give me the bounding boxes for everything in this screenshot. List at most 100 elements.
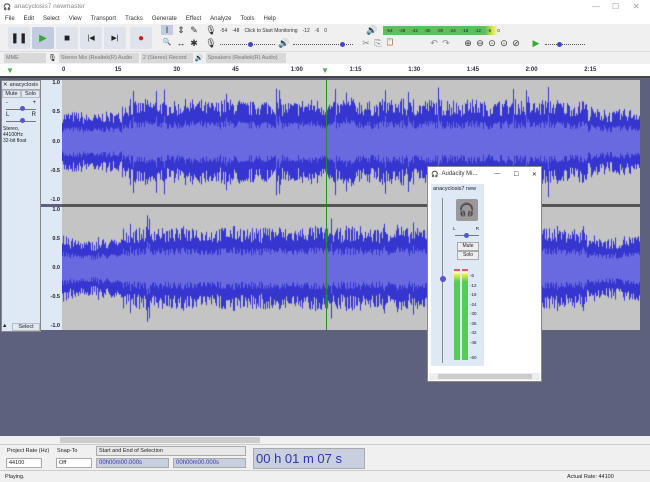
redo-button[interactable]: ↷ (440, 38, 452, 49)
record-button[interactable]: ● (130, 27, 152, 49)
waveform-left-channel[interactable] (62, 80, 640, 204)
menu-file[interactable]: File (5, 16, 15, 22)
record-icon: ● (138, 33, 144, 44)
audio-position-time[interactable]: 00 h 01 m 07 s (253, 448, 365, 469)
envelope-tool[interactable]: ⇕ (175, 25, 187, 36)
output-device-select[interactable]: Speakers (Realtek(R) Audio) (206, 53, 286, 63)
gain-slider[interactable]: -+ (6, 100, 36, 110)
play-button[interactable]: ▶ (32, 27, 54, 49)
meter-right-bar (462, 269, 468, 360)
close-button[interactable]: ✕ (633, 2, 640, 11)
menu-help[interactable]: Help (263, 16, 275, 22)
record-meter[interactable]: -54-48 Click to Start Monitoring -12-60 (220, 26, 360, 35)
select-track-button[interactable]: Select (12, 323, 40, 331)
meter-label: -12 (475, 28, 482, 33)
amplitude-label: -0.5 (51, 294, 60, 300)
cut-button[interactable]: ✂ (360, 38, 372, 49)
mixer-gain-slider[interactable] (442, 198, 443, 363)
pan-right-label: R (32, 112, 36, 118)
status-text: Playing. (5, 474, 25, 480)
selection-toolbar: Project Rate (Hz) 44100 Snap-To Off Star… (0, 444, 650, 470)
channels-select[interactable]: 2 (Stereo) Record (141, 53, 193, 63)
menu-transport[interactable]: Transport (91, 16, 116, 22)
minimize-button[interactable]: — (592, 2, 600, 11)
menu-select[interactable]: Select (43, 16, 60, 22)
toolbar: ❚❚ ▶ ■ |◀ ▶| ● I ⇕ ✎ 🔍 ↔ ✱ 🎙 -54-48 Clic… (0, 24, 650, 52)
skip-start-button[interactable]: |◀ (80, 27, 102, 49)
audio-host-select[interactable]: MME (4, 53, 46, 63)
play-at-speed-button[interactable]: ▶ (530, 38, 542, 49)
timeshift-tool[interactable]: ↔ (175, 38, 187, 48)
playback-volume-icon: 🔊 (278, 38, 290, 49)
mixer-pan-slider[interactable] (455, 235, 479, 236)
ruler-tick-label: 1:15 (350, 67, 362, 73)
pan-slider[interactable]: LR (6, 112, 36, 122)
horizontal-scrollbar[interactable] (0, 436, 650, 444)
skip-end-button[interactable]: ▶| (104, 27, 126, 49)
mixer-close-button[interactable]: ✕ (532, 171, 537, 178)
selection-tool[interactable]: I (161, 25, 173, 35)
play-icon: ▶ (39, 33, 47, 44)
timeline-ruler[interactable]: ▼ ▼ 01530451:001:151:301:452:002:15 (0, 64, 650, 78)
menu-edit[interactable]: Edit (24, 16, 34, 22)
solo-button[interactable]: Solo (21, 90, 40, 98)
maximize-button[interactable]: ☐ (612, 2, 619, 11)
selection-end-time[interactable]: 00h00m00.000s (173, 458, 246, 468)
close-track-icon[interactable]: ✕ (3, 82, 8, 88)
zoom-toggle-button[interactable]: ⊘ (510, 38, 522, 49)
playback-meter[interactable]: -54-48-42-36-30-24-18-12-60 (383, 26, 503, 35)
draw-tool[interactable]: ✎ (188, 25, 200, 36)
menu-bar: File Edit Select View Transport Tracks Generat… (0, 13, 650, 24)
microphone-icon: 🎙 (48, 54, 57, 62)
zoom-tool[interactable]: 🔍 (161, 38, 173, 46)
paste-button[interactable]: 📋 (384, 38, 396, 46)
stop-button[interactable]: ■ (56, 27, 78, 49)
skip-start-icon: |◀ (87, 34, 94, 42)
mixer-title: Audacity Mi... (441, 171, 477, 177)
menu-analyze[interactable]: Analyze (210, 16, 231, 22)
menu-effect[interactable]: Effect (186, 16, 201, 22)
record-volume-slider[interactable] (220, 44, 275, 45)
amplitude-label: 1.0 (52, 80, 60, 86)
undo-button[interactable]: ↶ (428, 38, 440, 49)
multi-tool[interactable]: ✱ (188, 38, 200, 49)
amplitude-label: -1.0 (51, 323, 60, 329)
collapse-icon[interactable]: ▲ (2, 323, 12, 331)
copy-button[interactable]: ⎘ (372, 38, 384, 49)
ruler-tick-label: 30 (173, 67, 180, 73)
selection-start-time[interactable]: 00h00m00.000s (96, 458, 169, 468)
pause-button[interactable]: ❚❚ (8, 27, 30, 49)
meter-scale: -6-12-18-24-30-36-42-48-60 (470, 269, 484, 360)
selection-mode-select[interactable]: Start and End of Selection (96, 446, 246, 456)
playhead-marker-icon[interactable]: ▼ (321, 66, 329, 75)
menu-tracks[interactable]: Tracks (125, 16, 143, 22)
fit-project-button[interactable]: ⊙ (498, 38, 510, 49)
waveform-right-channel[interactable] (62, 207, 640, 330)
meter-label: -54 (220, 28, 227, 34)
mixer-minimize-button[interactable]: — (495, 171, 501, 177)
menu-tools[interactable]: Tools (240, 16, 254, 22)
track-name-menu[interactable]: anacyclosis (10, 82, 38, 88)
mixer-mute-button[interactable]: Mute (457, 242, 479, 251)
fit-selection-button[interactable]: ⊙ (486, 38, 498, 49)
pan-right-label: R (476, 226, 479, 231)
zoom-out-button[interactable]: ⊖ (474, 38, 486, 49)
play-region-start-icon[interactable]: ▼ (6, 66, 14, 75)
playback-volume-slider[interactable] (293, 44, 353, 45)
zoom-in-button[interactable]: ⊕ (462, 38, 474, 49)
menu-view[interactable]: View (69, 16, 82, 22)
amplitude-label: -1.0 (51, 197, 60, 203)
mixer-scrollbar[interactable] (429, 373, 540, 380)
mixer-track-strip: anacyclosis7 new 🎧 LR Mute Solo -6-12-18… (431, 184, 484, 366)
snap-to-label: Snap-To (57, 448, 78, 454)
input-device-select[interactable]: Stereo Mix (Realtek(R) Audio (59, 53, 139, 63)
mute-button[interactable]: Mute (2, 90, 21, 98)
meter-scale-label: -6 (470, 273, 474, 278)
mixer-maximize-button[interactable]: ☐ (514, 171, 519, 178)
meter-label: 0 (497, 28, 500, 33)
menu-generate[interactable]: Generate (152, 16, 177, 22)
mixer-solo-button[interactable]: Solo (457, 251, 479, 260)
project-rate-select[interactable]: 44100 (6, 458, 42, 468)
play-speed-slider[interactable] (545, 44, 585, 45)
snap-to-select[interactable]: Off (56, 458, 92, 468)
